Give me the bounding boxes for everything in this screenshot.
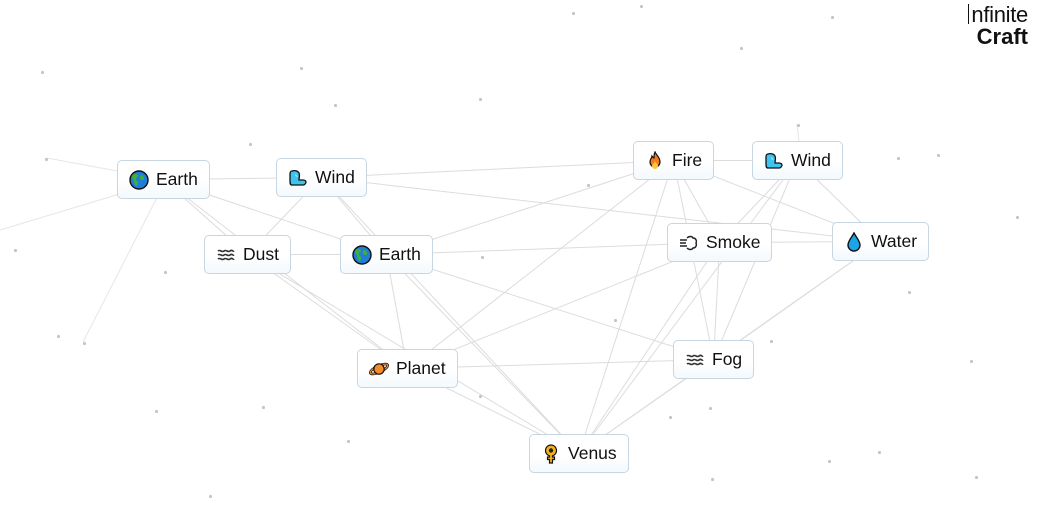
item-label: Fire [672, 150, 703, 170]
connection-line [82, 179, 167, 343]
background-dot [57, 335, 60, 338]
item-label: Smoke [706, 232, 761, 252]
background-dot [481, 256, 484, 259]
wind-face-icon [288, 168, 308, 188]
background-dot [347, 440, 350, 443]
item-wind[interactable]: Wind [752, 141, 843, 180]
item-label: Wind [791, 150, 831, 170]
item-wind[interactable]: Wind [276, 158, 367, 197]
background-dot [878, 451, 881, 454]
background-dot [479, 395, 482, 398]
item-planet[interactable]: Planet [357, 349, 458, 388]
background-dot [711, 478, 714, 481]
background-dot [479, 98, 482, 101]
logo-cursor-bar [967, 4, 970, 24]
item-smoke[interactable]: Smoke [667, 223, 773, 262]
item-label: Water [871, 231, 918, 251]
background-dot [334, 104, 337, 107]
background-dot [209, 495, 212, 498]
dust-waves-icon [216, 245, 236, 265]
background-dot [83, 342, 86, 345]
background-dot [45, 158, 48, 161]
background-dot [1016, 216, 1019, 219]
background-dot [249, 143, 252, 146]
connection-line [321, 177, 881, 242]
logo-line-2: Craft [976, 24, 1028, 49]
background-dot [828, 460, 831, 463]
connection-line [386, 254, 714, 360]
item-earth[interactable]: Earth [117, 160, 210, 199]
item-venus[interactable]: Venus [529, 434, 629, 473]
background-dot [897, 157, 900, 160]
background-dot [908, 291, 911, 294]
background-dot [614, 319, 617, 322]
background-dot [937, 154, 940, 157]
background-dot [770, 340, 773, 343]
background-dot [831, 16, 834, 19]
item-water[interactable]: Water [832, 222, 930, 261]
item-label: Dust [243, 244, 279, 264]
fog-waves-icon [685, 350, 705, 370]
item-label: Venus [568, 443, 617, 463]
item-earth[interactable]: Earth [340, 235, 433, 274]
item-fire[interactable]: Fire [633, 141, 715, 180]
item-label: Planet [396, 358, 446, 378]
item-label: Earth [156, 169, 198, 189]
connection-line [321, 160, 674, 178]
infinite-craft-logo: nfinite Craft [967, 4, 1028, 49]
background-dot [709, 407, 712, 410]
background-dot [640, 5, 643, 8]
background-dot [740, 47, 743, 50]
connection-line [163, 179, 408, 369]
background-dot [572, 12, 575, 15]
background-dot [797, 124, 800, 127]
wind-face-icon [764, 151, 784, 171]
background-dot [975, 476, 978, 479]
connection-line [578, 160, 675, 454]
background-dot [164, 271, 167, 274]
background-dot [155, 410, 158, 413]
earth-globe-icon [352, 244, 372, 265]
connection-line [578, 160, 798, 454]
item-label: Wind [315, 167, 355, 187]
background-dot [587, 184, 590, 187]
item-label: Earth [379, 244, 421, 264]
background-dot [970, 360, 973, 363]
background-dot [41, 71, 44, 74]
background-dot [300, 67, 303, 70]
ringed-planet-icon [369, 359, 389, 379]
background-dot [669, 416, 672, 419]
smoke-puff-icon [679, 233, 699, 253]
background-dot [262, 406, 265, 409]
venus-symbol-icon [541, 443, 561, 464]
item-label: Fog [712, 349, 743, 369]
water-drop-icon [844, 231, 864, 252]
connection-line [321, 177, 580, 454]
item-dust[interactable]: Dust [204, 235, 291, 274]
earth-globe-icon [129, 169, 149, 190]
item-fog[interactable]: Fog [673, 340, 755, 379]
fire-icon [645, 150, 665, 171]
background-dot [14, 249, 17, 252]
